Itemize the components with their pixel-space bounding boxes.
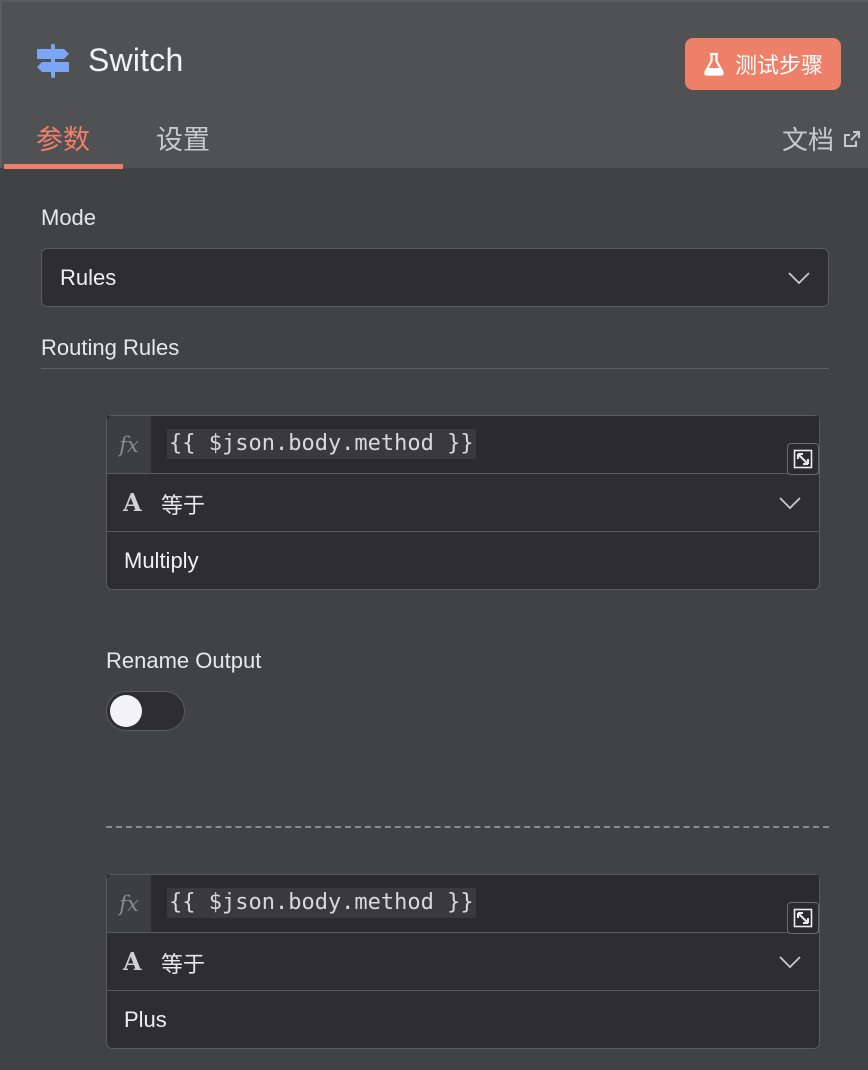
expression-field[interactable]: fx {{ $json.body.method }} [107,875,819,934]
string-type-icon: A [123,488,142,517]
chevron-down-icon [779,955,801,968]
string-type-icon: A [123,947,142,976]
rename-output-toggle[interactable] [106,691,185,731]
node-title: Switch [88,42,184,78]
rule-condition: fx {{ $json.body.method }} A 等于 Plus [106,874,820,1049]
chevron-down-icon [788,271,810,284]
fx-icon: fx [107,416,151,473]
operator-label: 等于 [161,952,206,977]
operator-select[interactable]: A 等于 [107,933,819,991]
toggle-knob [110,695,142,727]
expression-text: {{ $json.body.method }} [167,429,476,459]
mode-select[interactable]: Rules [41,248,829,307]
fx-icon: fx [107,875,151,932]
rename-output-label: Rename Output [106,648,262,673]
node-header: Switch 测试步骤 参数 设置 文档 [0,0,868,169]
routing-rules-label: Routing Rules [41,335,180,360]
chevron-down-icon [779,496,801,509]
operator-label: 等于 [161,493,206,518]
tab-docs-label: 文档 [782,125,835,155]
tab-docs[interactable]: 文档 [782,120,862,157]
operator-select[interactable]: A 等于 [107,474,819,532]
tab-settings[interactable]: 设置 [156,118,210,157]
rule-condition: fx {{ $json.body.method }} A 等于 Multiply [106,415,820,590]
expression-text: {{ $json.body.method }} [167,888,476,918]
mode-label: Mode [41,205,97,230]
expression-field[interactable]: fx {{ $json.body.method }} [107,416,819,475]
external-link-icon [844,130,861,147]
signpost-icon [37,44,69,78]
value-input[interactable]: Plus [107,991,819,1048]
expand-icon[interactable] [787,443,819,475]
value-input[interactable]: Multiply [107,532,819,589]
rule-separator [106,826,829,828]
tab-params[interactable]: 参数 [36,118,90,157]
test-step-button[interactable]: 测试步骤 [685,38,841,90]
active-tab-indicator [4,164,123,169]
expand-icon[interactable] [787,902,819,934]
section-divider [41,368,829,369]
test-step-label: 测试步骤 [734,53,823,78]
flask-icon [704,52,724,76]
mode-value: Rules [60,264,117,290]
